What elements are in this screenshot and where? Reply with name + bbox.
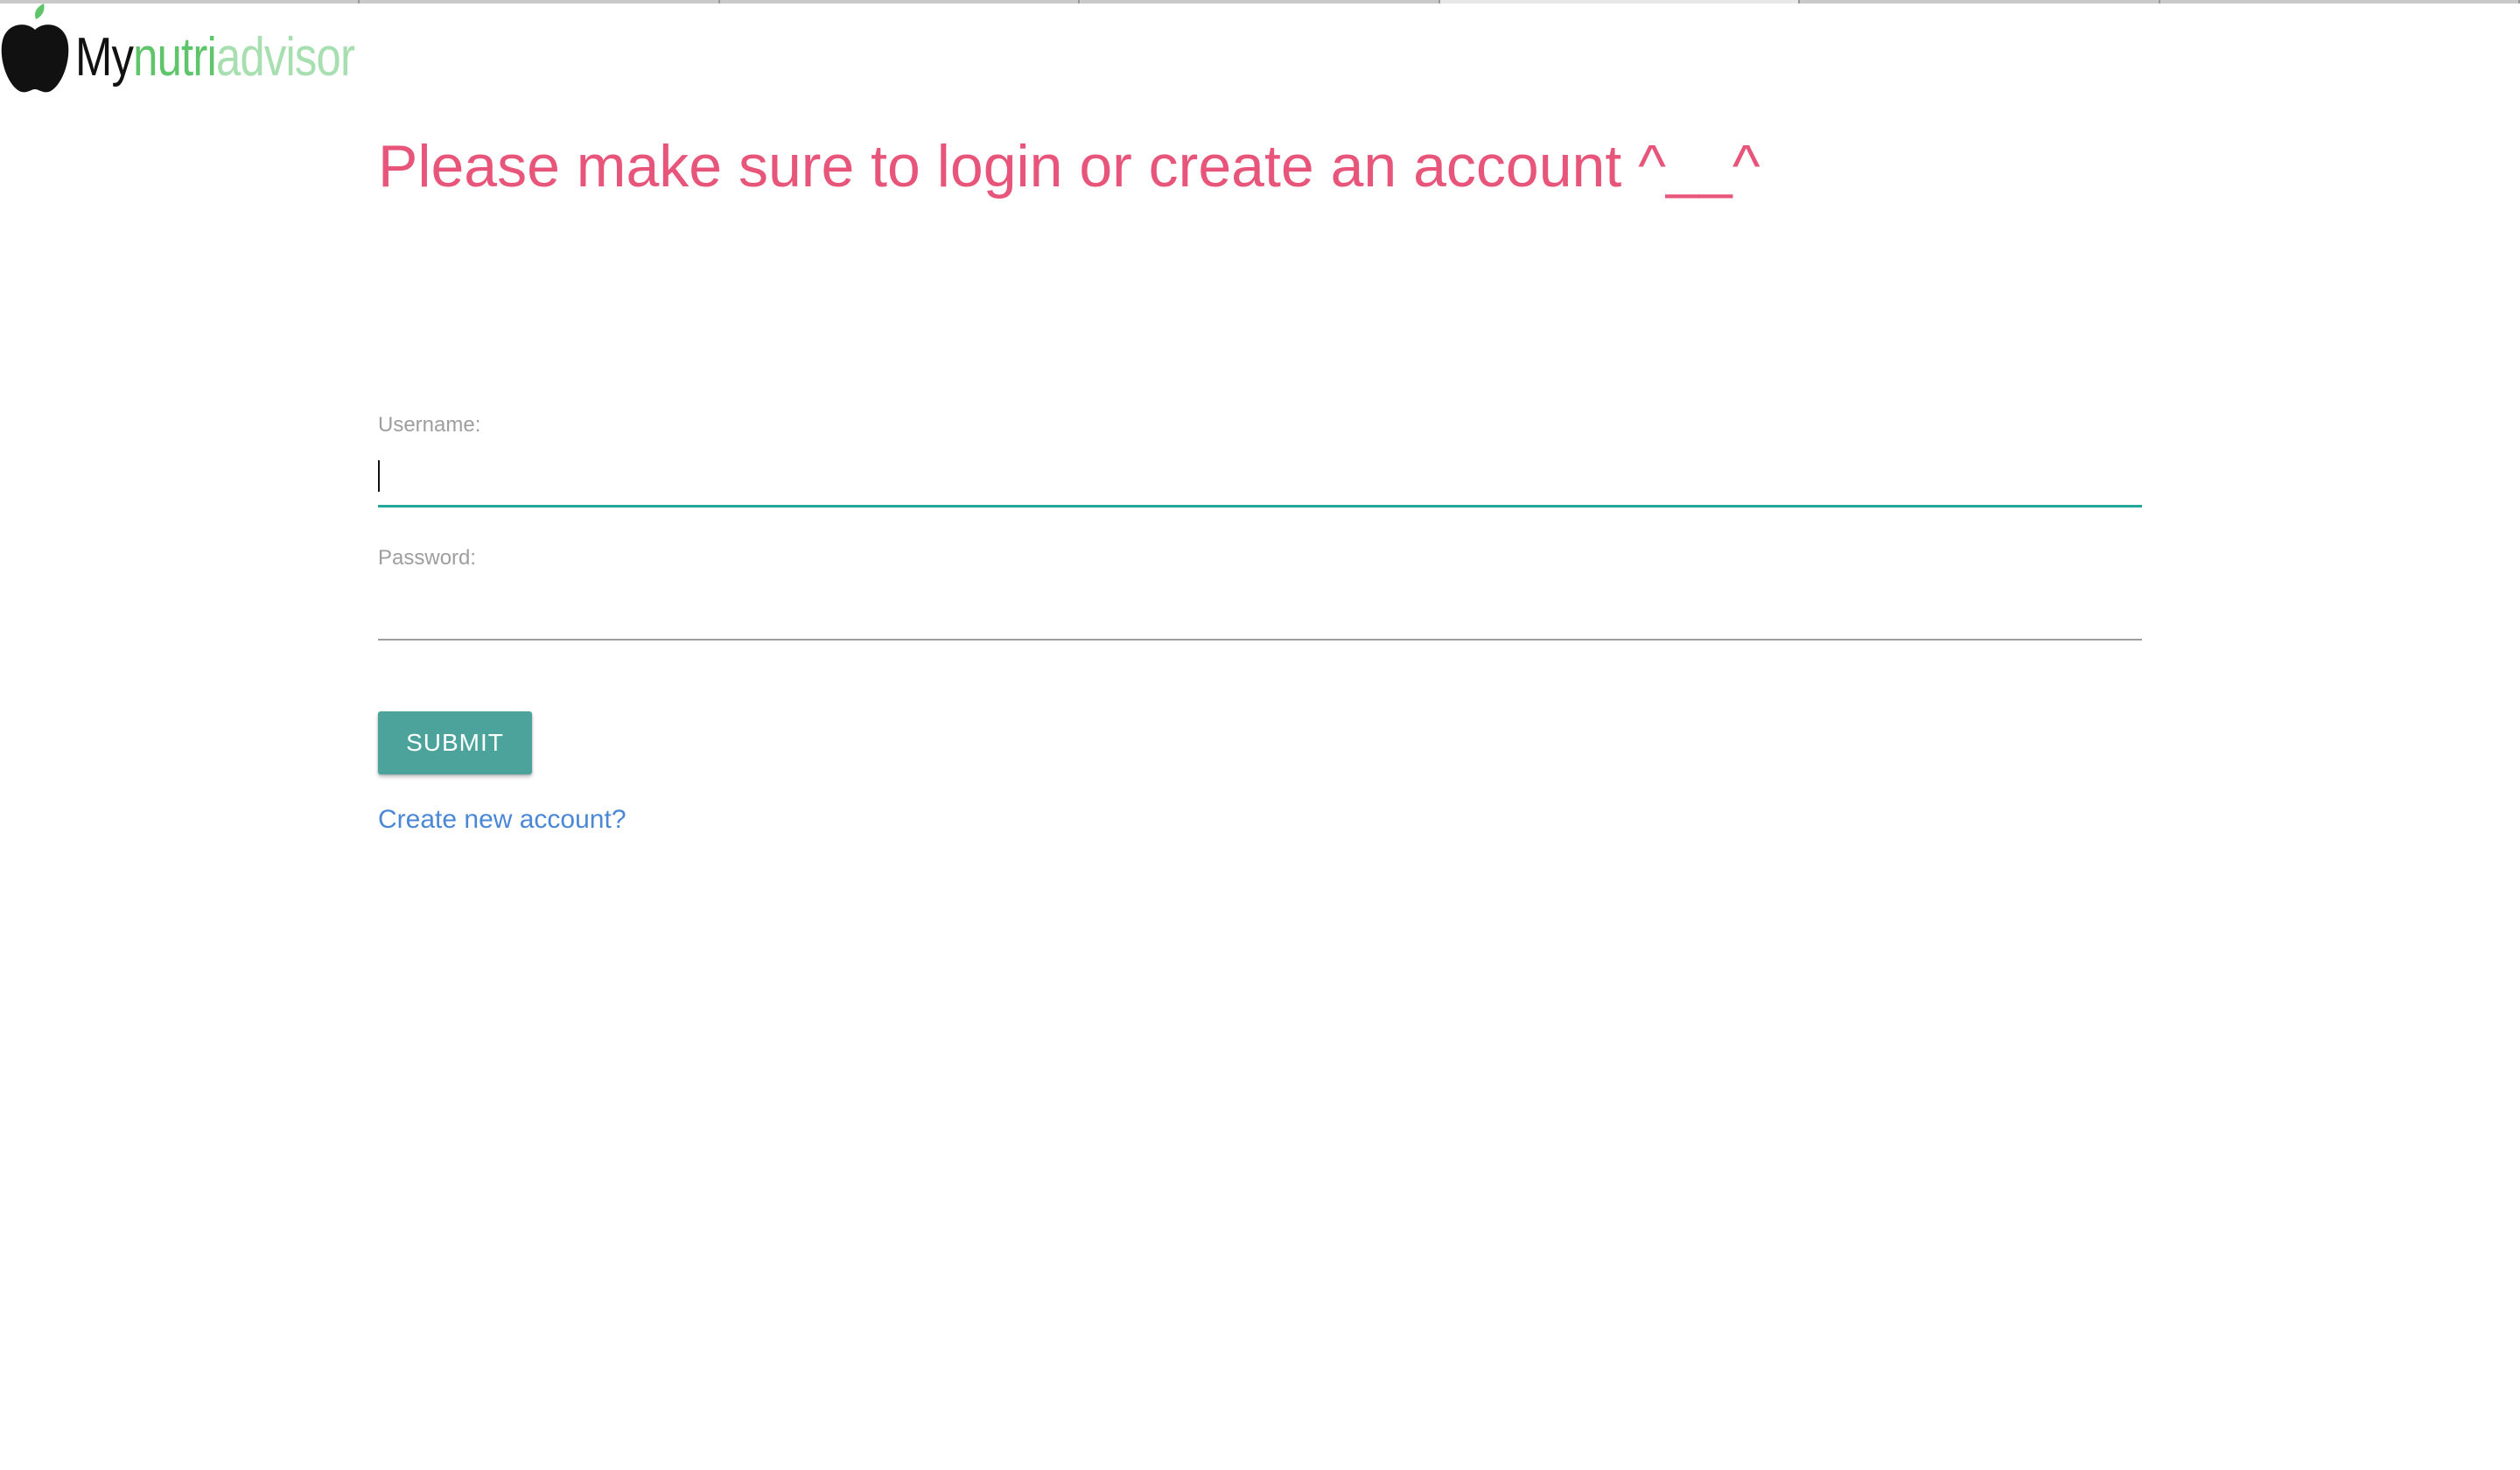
tab-6[interactable] xyxy=(1800,0,2160,4)
password-field: Password: xyxy=(378,546,2142,640)
tab-7[interactable] xyxy=(2160,0,2520,4)
page-title: Please make sure to login or create an a… xyxy=(378,133,1760,200)
password-input[interactable] xyxy=(378,586,2142,640)
brand-part-my: My xyxy=(75,27,134,88)
brand-part-nutri: nutri xyxy=(133,27,217,88)
tab-4[interactable] xyxy=(1080,0,1440,4)
password-label: Password: xyxy=(378,546,477,570)
submit-button[interactable]: SUBMIT xyxy=(378,711,532,774)
apple-icon xyxy=(1,4,69,93)
create-account-link[interactable]: Create new account? xyxy=(378,805,626,835)
text-caret xyxy=(378,460,380,492)
username-field: Username: xyxy=(378,413,2142,508)
login-content: Please make sure to login or create an a… xyxy=(378,131,2142,834)
brand-wordmark: Mynutriadvisor xyxy=(75,31,355,85)
brand-logo-link[interactable]: Mynutriadvisor xyxy=(0,4,416,94)
brand-part-advisor: advisor xyxy=(215,27,355,88)
tab-3[interactable] xyxy=(719,0,1081,4)
username-input[interactable] xyxy=(378,453,2142,508)
username-label: Username: xyxy=(378,413,481,437)
tab-5-active[interactable] xyxy=(1439,0,1801,4)
